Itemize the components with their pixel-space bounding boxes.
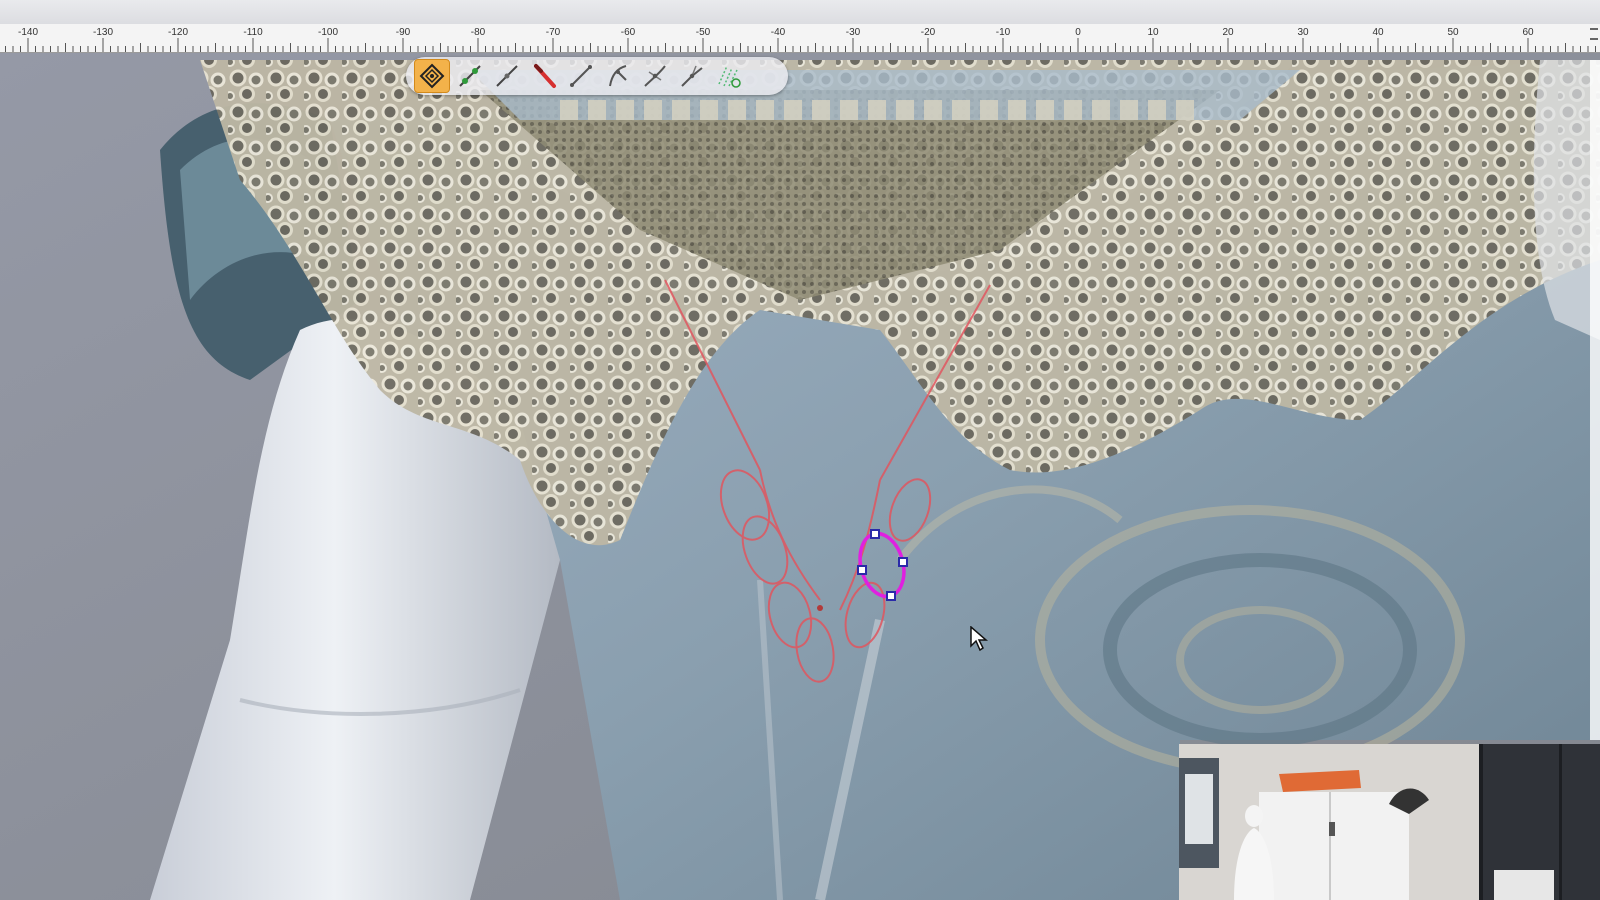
node-select-icon[interactable]: [414, 59, 450, 93]
ruler-label: -110: [243, 27, 263, 38]
ruler-label: -130: [92, 27, 114, 38]
ruler-label: 50: [1447, 27, 1459, 38]
ruler-label: -120: [167, 27, 189, 38]
ruler-label: 0: [1075, 27, 1081, 38]
ruler-label: 10: [1147, 27, 1159, 38]
ruler-label: -80: [470, 27, 486, 38]
ruler-label: -140: [17, 27, 39, 38]
app-window: -140 -130 -120 -110 -100 -90 -80 -70 -60 -50 -40 -3…: [0, 0, 1600, 900]
ruler-label: 60: [1522, 27, 1534, 38]
smooth-node-icon[interactable]: [638, 60, 672, 92]
ruler-label: -100: [317, 27, 339, 38]
ruler-label: -50: [695, 27, 711, 38]
horizontal-ruler[interactable]: -140 -130 -120 -110 -100 -90 -80 -70 -60 -50 -40 -3…: [0, 24, 1600, 53]
ruler-ticks: [5, 38, 1596, 52]
cusp-node-icon[interactable]: [675, 60, 709, 92]
node-edit-toolbar: [406, 57, 788, 95]
window-top-strip: [0, 0, 1600, 25]
ruler-menu-icon[interactable]: [1590, 28, 1598, 40]
curve-branch-icon[interactable]: [601, 60, 635, 92]
knife-tool-icon[interactable]: [527, 60, 561, 92]
auto-trace-icon[interactable]: [712, 60, 746, 92]
ruler-label: -40: [770, 27, 786, 38]
add-node-icon[interactable]: [453, 60, 487, 92]
ruler-label: -10: [995, 27, 1011, 38]
ruler-label: -20: [920, 27, 936, 38]
ruler-label: -70: [545, 27, 561, 38]
ruler-label: 40: [1372, 27, 1384, 38]
webcam-overlay: [1179, 744, 1600, 900]
ruler-label: 20: [1222, 27, 1234, 38]
line-tool-icon[interactable]: [490, 60, 524, 92]
ruler-label: -90: [395, 27, 411, 38]
straight-segment-icon[interactable]: [564, 60, 598, 92]
mouse-cursor-icon: [970, 625, 990, 657]
ruler-label: -60: [620, 27, 636, 38]
ruler-label: -30: [845, 27, 861, 38]
ruler-label: 30: [1297, 27, 1309, 38]
